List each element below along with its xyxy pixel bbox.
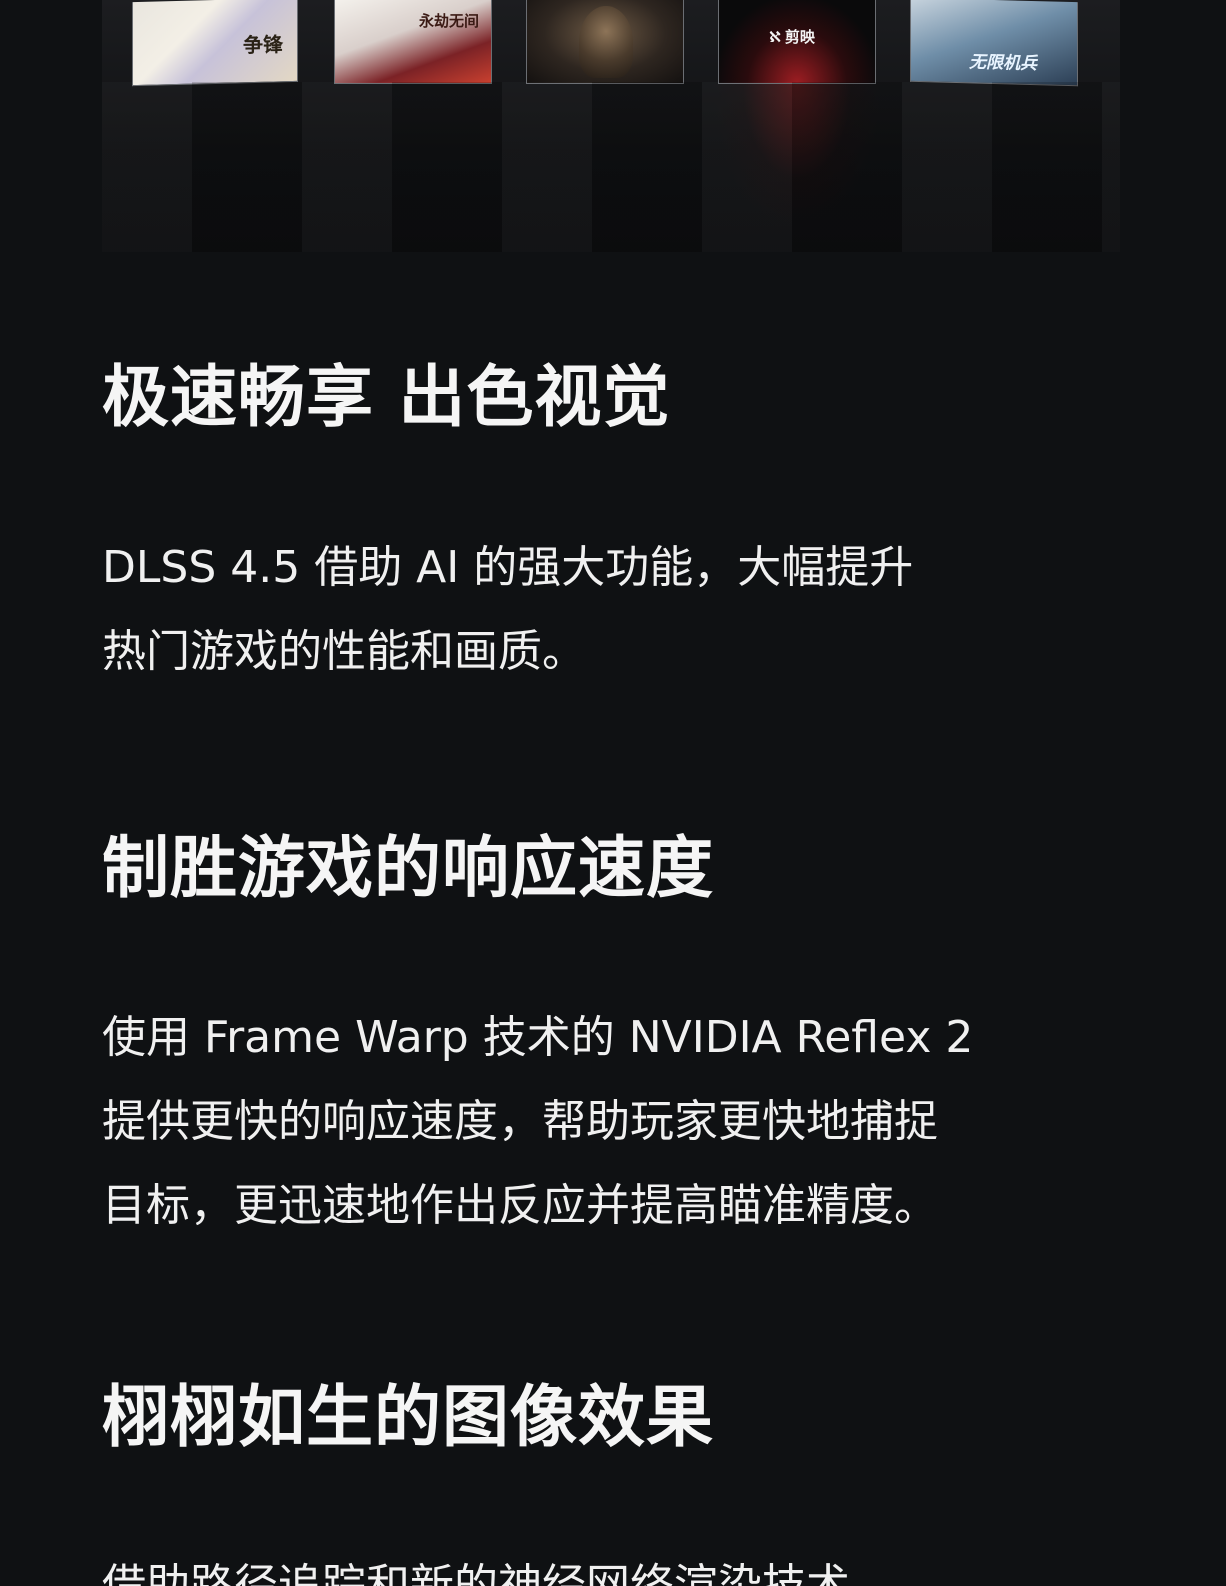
section-heading: 栩栩如生的图像效果 bbox=[102, 1378, 714, 1456]
body-line: 使用 Frame Warp 技术的 NVIDIA Reflex 2 bbox=[102, 1012, 974, 1063]
game-tile-1-title: 争锋 bbox=[243, 32, 283, 58]
game-tile-4: ℵ 剪映 bbox=[718, 0, 876, 84]
game-tile-5: 无限机兵 bbox=[910, 0, 1078, 87]
section-heading: 制胜游戏的响应速度 bbox=[102, 829, 714, 907]
body-line: 热门游戏的性能和画质。 bbox=[102, 626, 586, 677]
body-line: DLSS 4.5 借助 AI 的强大功能，大幅提升 bbox=[102, 542, 914, 593]
game-tile-5-title: 无限机兵 bbox=[969, 52, 1037, 75]
character-portrait-icon bbox=[579, 6, 633, 78]
feature-section-speed: 极速畅享 出色视觉 bbox=[102, 357, 1102, 437]
section-heading: 极速畅享 出色视觉 bbox=[102, 358, 671, 436]
feature-section-response-body: 使用 Frame Warp 技术的 NVIDIA Reflex 2 提供更快的响… bbox=[102, 996, 1102, 1248]
game-tile-1: 争锋 bbox=[132, 0, 298, 87]
section-body: DLSS 4.5 借助 AI 的强大功能，大幅提升 热门游戏的性能和画质。 bbox=[102, 526, 1102, 694]
game-tile-2: 永劫无间 bbox=[334, 0, 492, 84]
red-glow-reflection bbox=[712, 84, 882, 234]
game-tile-2-title: 永劫无间 bbox=[419, 12, 480, 30]
feature-section-visual: 栩栩如生的图像效果 bbox=[102, 1377, 1102, 1457]
feature-section-visual-body: 借助路径追踪和新的神经网络渲染技术 bbox=[102, 1544, 1102, 1586]
body-line: 目标，更迅速地作出反应并提高瞄准精度。 bbox=[102, 1180, 938, 1231]
game-showcase-image: 争锋 永劫无间 ℵ 剪映 无限机兵 bbox=[102, 0, 1120, 252]
feature-section-speed-body: DLSS 4.5 借助 AI 的强大功能，大幅提升 热门游戏的性能和画质。 bbox=[102, 526, 1102, 694]
section-body: 借助路径追踪和新的神经网络渲染技术 bbox=[102, 1544, 1102, 1586]
capcut-logo-icon: ℵ bbox=[769, 28, 781, 46]
body-line: 提供更快的响应速度，帮助玩家更快地捕捉 bbox=[102, 1096, 938, 1147]
game-tile-4-text: 剪映 bbox=[784, 28, 815, 46]
game-tile-4-title: ℵ 剪映 bbox=[769, 26, 815, 47]
body-line: 借助路径追踪和新的神经网络渲染技术 bbox=[102, 1560, 850, 1586]
game-tile-3 bbox=[526, 0, 684, 84]
feature-section-response: 制胜游戏的响应速度 bbox=[102, 828, 1102, 908]
section-body: 使用 Frame Warp 技术的 NVIDIA Reflex 2 提供更快的响… bbox=[102, 996, 1102, 1248]
page: 争锋 永劫无间 ℵ 剪映 无限机兵 极速畅享 出色视觉 DLSS 4.5 借助 A… bbox=[0, 0, 1226, 1586]
